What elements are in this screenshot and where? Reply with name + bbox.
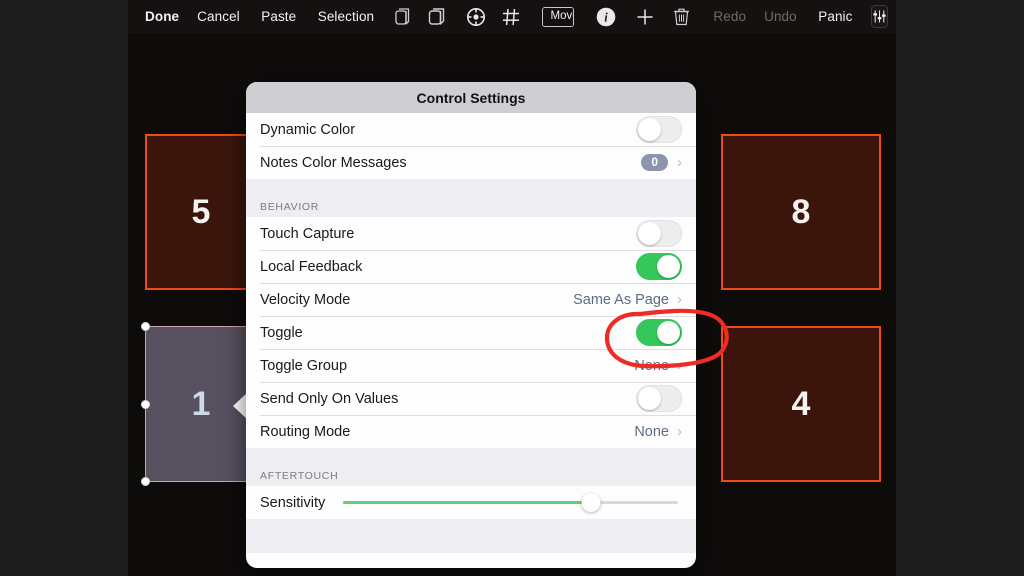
row-velocity-mode[interactable]: Velocity Mode Same As Page › <box>246 283 696 316</box>
velocity-mode-value: Same As Page <box>573 291 669 308</box>
row-local-feedback[interactable]: Local Feedback <box>246 250 696 283</box>
routing-mode-value: None <box>634 423 669 440</box>
grid-icon[interactable] <box>494 0 528 33</box>
segment-move[interactable]: Move <box>543 7 573 26</box>
toggle-knob <box>657 321 680 344</box>
section-header-aftertouch: AFTERTOUCH <box>246 448 696 486</box>
undo-button[interactable]: Undo <box>755 10 806 24</box>
row-toggle[interactable]: Toggle <box>246 316 696 349</box>
resize-handle-bottom-left[interactable] <box>141 477 150 486</box>
toggle-knob <box>657 255 680 278</box>
sensitivity-slider[interactable] <box>343 486 678 519</box>
cancel-button[interactable]: Cancel <box>188 10 249 24</box>
notes-color-messages-badge: 0 <box>641 154 668 171</box>
duplicate-alt-icon[interactable] <box>420 0 455 33</box>
trash-icon[interactable] <box>665 0 698 33</box>
row-label: Sensitivity <box>260 494 326 511</box>
pad-label: 4 <box>791 384 811 423</box>
row-routing-mode[interactable]: Routing Mode None › <box>246 415 696 448</box>
row-label: Routing Mode <box>260 423 351 440</box>
row-sensitivity[interactable]: Sensitivity <box>246 486 696 519</box>
section-header-behavior: BEHAVIOR <box>246 179 696 217</box>
row-label: Local Feedback <box>260 258 363 275</box>
chevron-right-icon: › <box>677 154 682 171</box>
section-title: AFTERTOUCH <box>260 470 339 482</box>
pad-label: 8 <box>791 192 811 231</box>
local-feedback-toggle[interactable] <box>636 253 682 280</box>
info-icon[interactable]: i <box>588 0 624 33</box>
row-label: Send Only On Values <box>260 390 399 407</box>
row-label: Dynamic Color <box>260 121 356 138</box>
redo-button[interactable]: Redo <box>704 10 755 24</box>
control-settings-dialog: Control Settings Dynamic Color Notes Col… <box>246 82 696 568</box>
toggle-knob <box>638 118 661 141</box>
toolbar: Done Cancel Paste Selection Mov i Redo U… <box>128 0 896 33</box>
pad-label: 5 <box>191 192 211 231</box>
slider-fill <box>343 501 591 504</box>
mode-segmented-control[interactable]: Move Size Both <box>542 6 574 27</box>
target-crosshair-icon[interactable] <box>458 0 494 33</box>
pad-5[interactable]: 5 <box>145 134 257 290</box>
send-only-on-values-toggle[interactable] <box>636 385 682 412</box>
section-title: BEHAVIOR <box>260 201 320 213</box>
chevron-right-icon: › <box>677 291 682 308</box>
plus-icon[interactable] <box>628 0 662 33</box>
toggle-group-value: None <box>634 357 669 374</box>
mixer-faders-icon[interactable] <box>870 5 888 28</box>
row-label: Notes Color Messages <box>260 154 407 171</box>
row-dynamic-color[interactable]: Dynamic Color <box>246 113 696 146</box>
dialog-title: Control Settings <box>246 82 696 113</box>
row-label: Toggle <box>260 324 303 341</box>
resize-handle-left-middle[interactable] <box>141 399 150 409</box>
svg-text:i: i <box>604 10 608 24</box>
row-touch-capture[interactable]: Touch Capture <box>246 217 696 250</box>
chevron-right-icon: › <box>677 357 682 374</box>
row-label: Velocity Mode <box>260 291 351 308</box>
dialog-footer-space <box>246 519 696 553</box>
paste-button[interactable]: Paste <box>252 10 305 24</box>
toggle-switch[interactable] <box>636 319 682 346</box>
row-notes-color-messages[interactable]: Notes Color Messages 0 › <box>246 146 696 179</box>
resize-handle-top-left[interactable] <box>141 322 150 331</box>
panic-button[interactable]: Panic <box>809 10 861 24</box>
duplicate-icon[interactable] <box>387 0 420 33</box>
row-label: Touch Capture <box>260 225 355 242</box>
chevron-right-icon: › <box>677 423 682 440</box>
row-label: Toggle Group <box>260 357 348 374</box>
pad-4[interactable]: 4 <box>721 326 881 482</box>
screen-root: Done Cancel Paste Selection Mov i Redo U… <box>0 0 1024 576</box>
slider-knob[interactable] <box>581 493 601 512</box>
row-toggle-group[interactable]: Toggle Group None › <box>246 349 696 382</box>
done-button[interactable]: Done <box>136 10 188 24</box>
toggle-knob <box>638 387 661 410</box>
pad-8[interactable]: 8 <box>721 134 881 290</box>
selection-button[interactable]: Selection <box>309 10 383 24</box>
toggle-knob <box>638 222 661 245</box>
dynamic-color-toggle[interactable] <box>636 116 682 143</box>
row-send-only-on-values[interactable]: Send Only On Values <box>246 382 696 415</box>
pad-label: 1 <box>191 384 211 423</box>
touch-capture-toggle[interactable] <box>636 220 682 247</box>
